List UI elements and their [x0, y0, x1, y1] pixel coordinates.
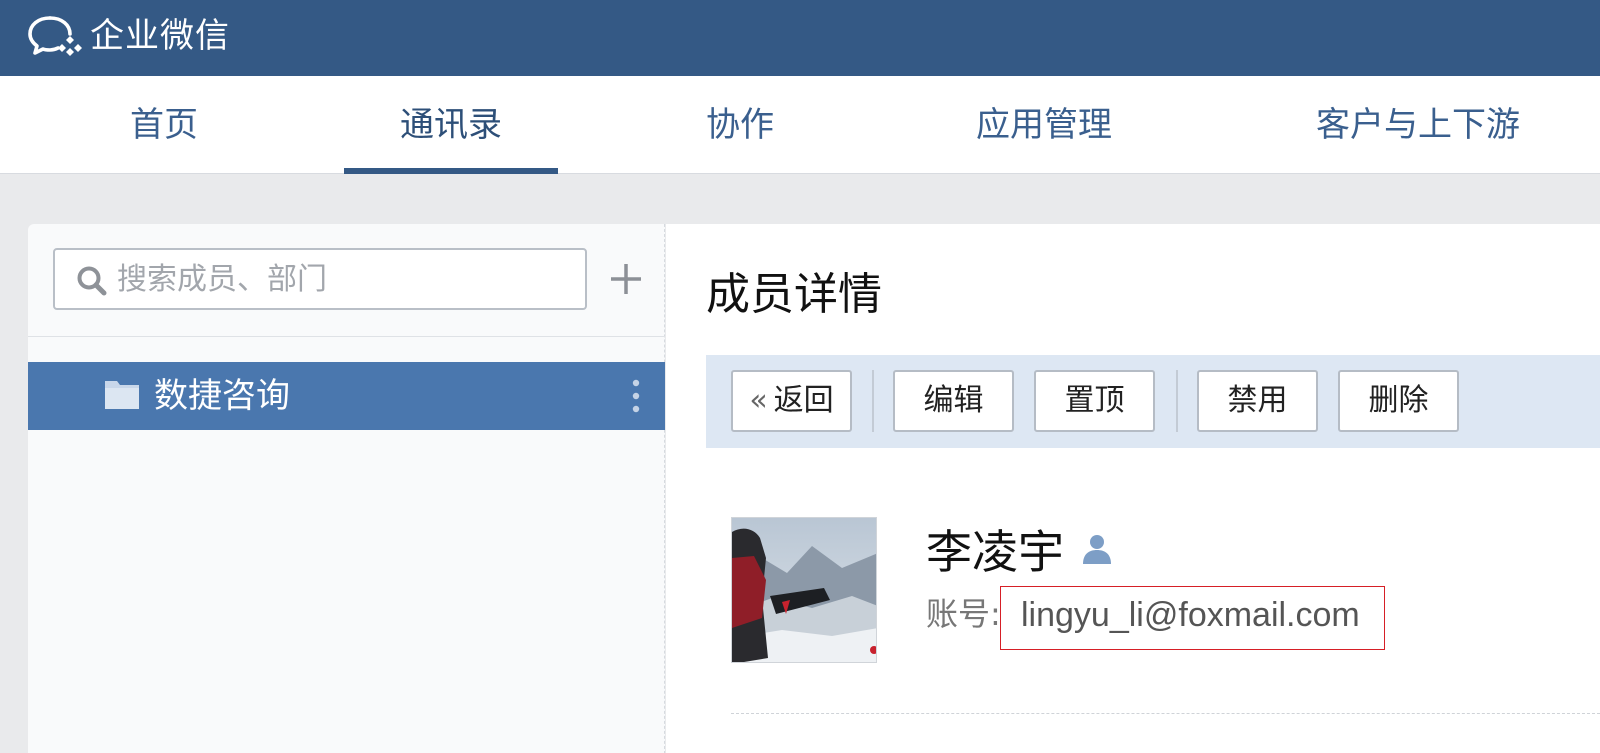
- back-button[interactable]: «返回: [731, 370, 852, 432]
- page-title: 成员详情: [706, 269, 882, 320]
- more-options-icon[interactable]: [628, 378, 644, 414]
- sidebar-divider: [28, 336, 665, 337]
- double-chevron-left-icon: «: [749, 383, 768, 418]
- toolbar-separator: [1176, 370, 1178, 432]
- main-nav: 首页 通讯录 协作 应用管理 客户与上下游: [0, 76, 1600, 174]
- search-input[interactable]: [117, 256, 567, 302]
- section-divider: [731, 713, 1600, 714]
- avatar[interactable]: [731, 517, 877, 663]
- brand-name: 企业微信: [90, 16, 230, 56]
- brand-bar: 企业微信: [0, 0, 1600, 76]
- avatar-photo: [732, 518, 876, 662]
- tab-home[interactable]: 首页: [112, 76, 216, 174]
- tab-customers-upstream-downstream[interactable]: 客户与上下游: [1302, 76, 1534, 174]
- tab-app-management[interactable]: 应用管理: [962, 76, 1126, 174]
- edit-button[interactable]: 编辑: [893, 370, 1014, 432]
- tab-contacts[interactable]: 通讯录: [344, 76, 558, 174]
- plus-icon: [611, 264, 641, 294]
- person-icon: [1083, 535, 1111, 564]
- department-item-shujie[interactable]: 数捷咨询: [28, 362, 665, 430]
- folder-icon: [105, 381, 139, 409]
- disable-button[interactable]: 禁用: [1197, 370, 1318, 432]
- org-sidebar: 数捷咨询: [28, 224, 665, 753]
- pin-button[interactable]: 置顶: [1034, 370, 1155, 432]
- wecom-logo-icon[interactable]: [26, 12, 84, 62]
- add-button[interactable]: [606, 254, 646, 304]
- account-label: 账号:: [926, 595, 1001, 633]
- search-icon: [77, 266, 107, 296]
- search-box[interactable]: [53, 248, 587, 310]
- back-label: 返回: [773, 383, 834, 418]
- member-name: 李凌宇: [926, 525, 1064, 579]
- toolbar-separator: [872, 370, 874, 432]
- department-label: 数捷咨询: [154, 376, 290, 416]
- account-value: lingyu_li@foxmail.com: [1021, 596, 1360, 634]
- member-detail-panel: 成员详情 «返回 编辑 置顶 禁用 删除 李凌宇 账号: lingyu_li@f…: [666, 224, 1600, 753]
- account-highlight-box: lingyu_li@foxmail.com: [1000, 586, 1385, 650]
- detail-toolbar: «返回 编辑 置顶 禁用 删除: [706, 355, 1600, 448]
- tab-collaboration[interactable]: 协作: [690, 76, 790, 174]
- delete-button[interactable]: 删除: [1338, 370, 1459, 432]
